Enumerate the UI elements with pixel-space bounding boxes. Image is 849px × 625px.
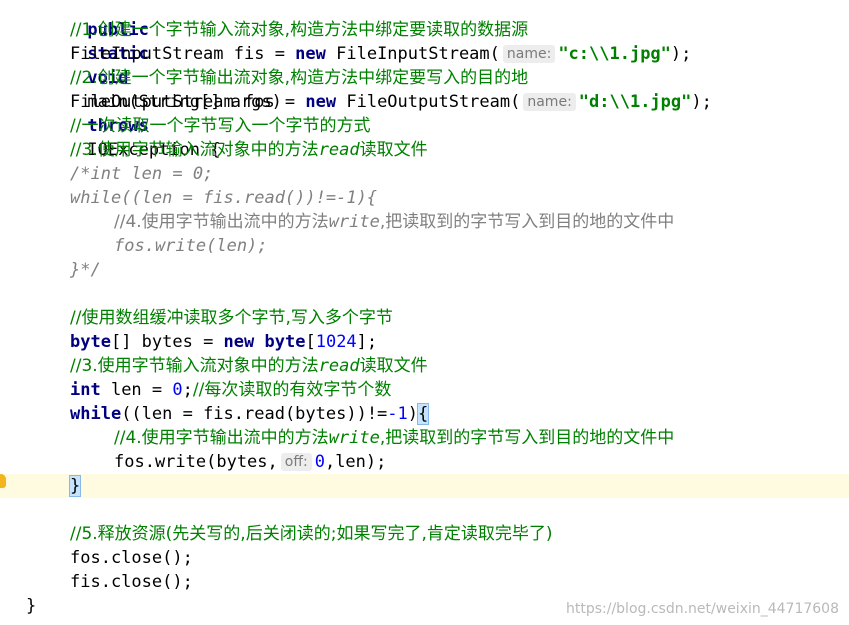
code-line[interactable]: FileInputStream fis = new FileInputStrea… xyxy=(0,42,849,66)
line-comment: //1.创建一个字节输入流对象,构造方法中绑定要读取的数据源 xyxy=(70,20,529,40)
code-line[interactable]: //5.释放资源(先关写的,后关闭读的;如果写完了,肯定读取完毕了) xyxy=(0,522,849,546)
code-line[interactable]: FileOutputStream fos = new FileOutputStr… xyxy=(0,90,849,114)
code-text: [] bytes = xyxy=(110,332,224,352)
code-line[interactable]: //4.使用字节输出流中的方法write,把读取到的字节写入到目的地的文件中 xyxy=(0,210,849,234)
code-line[interactable]: fos.write(len); xyxy=(0,234,849,258)
block-comment: ,把读取到的字节写入到目的地的文件中 xyxy=(379,212,675,232)
code-text: FileInputStream( xyxy=(325,44,500,64)
number-literal: 0 xyxy=(172,380,183,400)
code-text: fos.write(bytes, xyxy=(114,452,278,472)
line-comment: //每次读取的有效字节个数 xyxy=(192,380,392,400)
code-line[interactable]: /*int len = 0; xyxy=(0,162,849,186)
code-text: ,len); xyxy=(324,452,387,472)
code-line[interactable]: //2.创建一个字节输出流对象,构造方法中绑定要写入的目的地 xyxy=(0,66,849,90)
code-line[interactable]: }*/ xyxy=(0,258,849,282)
code-line[interactable]: int len = 0;//每次读取的有效字节个数 xyxy=(0,378,849,402)
code-text: ; xyxy=(182,380,193,400)
string-literal: "d:\\1.jpg" xyxy=(578,92,692,112)
current-code-line[interactable]: } xyxy=(0,474,849,498)
code-text: ); xyxy=(691,92,712,112)
keyword: new xyxy=(305,92,337,112)
block-comment: fos.write(len); xyxy=(114,236,268,256)
code-line[interactable]: //4.使用字节输出流中的方法write,把读取到的字节写入到目的地的文件中 xyxy=(0,426,849,450)
line-comment: //4.使用字节输出流中的方法 xyxy=(114,428,329,448)
code-text: fos.close(); xyxy=(70,548,193,568)
matched-brace: { xyxy=(417,403,430,425)
number-literal: 0 xyxy=(314,452,325,472)
code-text: len = xyxy=(100,380,173,400)
code-editor[interactable]: public static void main(String[] args) t… xyxy=(0,0,849,625)
number-literal: 1024 xyxy=(315,332,357,352)
code-text: ); xyxy=(670,44,692,64)
line-comment-method: read xyxy=(318,356,360,376)
line-comment: //3.使用字节输入流对象中的方法 xyxy=(70,356,319,376)
line-comment: ,把读取到的字节写入到目的地的文件中 xyxy=(379,428,675,448)
code-text: fis.close(); xyxy=(70,572,193,592)
code-line[interactable]: while((len = fis.read(bytes))!=-1){ xyxy=(0,402,849,426)
matched-brace: } xyxy=(68,475,82,497)
code-text: FileOutputStream fos = xyxy=(70,92,306,112)
keyword: while xyxy=(70,404,122,424)
code-line[interactable]: //1.创建一个字节输入流对象,构造方法中绑定要读取的数据源 xyxy=(0,18,849,42)
code-text: FileOutputStream( xyxy=(336,92,521,112)
number-literal: -1 xyxy=(387,404,408,424)
code-line[interactable]: while((len = fis.read())!=-1){ xyxy=(0,186,849,210)
keyword: new xyxy=(295,44,326,64)
line-comment: 读取文件 xyxy=(359,140,428,160)
keyword: byte xyxy=(70,332,111,352)
code-text: } xyxy=(26,596,37,616)
line-comment-method: read xyxy=(318,140,360,160)
block-comment: }*/ xyxy=(70,260,101,280)
code-text: FileInputStream fis = xyxy=(70,44,296,64)
parameter-hint: name: xyxy=(502,45,556,63)
line-comment: //5.释放资源(先关写的,后关闭读的;如果写完了,肯定读取完毕了) xyxy=(70,524,553,544)
watermark: https://blog.csdn.net/weixin_44717608 xyxy=(565,601,839,617)
keyword: new xyxy=(223,332,255,352)
block-comment: while((len = fis.read())!=-1){ xyxy=(70,188,378,208)
code-line[interactable]: //一次读取一个字节写入一个字节的方式 xyxy=(0,114,849,138)
keyword: byte xyxy=(264,332,306,352)
string-literal: "c:\\1.jpg" xyxy=(558,44,671,64)
code-line[interactable]: byte[] bytes = new byte[1024]; xyxy=(0,330,849,354)
line-comment-method: write xyxy=(328,428,380,448)
line-comment: 读取文件 xyxy=(359,356,428,376)
block-comment-method: write xyxy=(328,212,380,232)
parameter-hint: off: xyxy=(280,453,312,471)
line-comment: //使用数组缓冲读取多个字节,写入多个字节 xyxy=(70,308,393,328)
line-comment: //3.使用字节输入流对象中的方法 xyxy=(70,140,319,160)
lightbulb-icon[interactable] xyxy=(0,474,6,488)
line-comment: //2.创建一个字节输出流对象,构造方法中绑定要写入的目的地 xyxy=(70,68,529,88)
code-line[interactable]: //3.使用字节输入流对象中的方法read读取文件 xyxy=(0,354,849,378)
code-line[interactable]: fos.close(); xyxy=(0,546,849,570)
code-line[interactable]: //使用数组缓冲读取多个字节,写入多个字节 xyxy=(0,306,849,330)
code-text: ) xyxy=(407,404,419,424)
code-line[interactable]: fos.write(bytes, off: 0,len); xyxy=(0,450,849,474)
keyword: int xyxy=(70,380,101,400)
line-comment: //一次读取一个字节写入一个字节的方式 xyxy=(70,116,371,136)
code-line[interactable]: public static void main(String[] args) t… xyxy=(0,0,849,160)
code-text: ]; xyxy=(356,332,378,352)
parameter-hint: name: xyxy=(523,93,576,111)
block-comment: /*int len = 0; xyxy=(70,164,214,184)
code-line[interactable]: fis.close(); xyxy=(0,570,849,594)
code-line[interactable]: //3.使用字节输入流对象中的方法read读取文件 xyxy=(0,138,849,162)
code-text: [ xyxy=(305,332,316,352)
code-text: ((len = fis.read(bytes))!= xyxy=(121,404,388,424)
block-comment: //4.使用字节输出流中的方法 xyxy=(114,212,329,232)
